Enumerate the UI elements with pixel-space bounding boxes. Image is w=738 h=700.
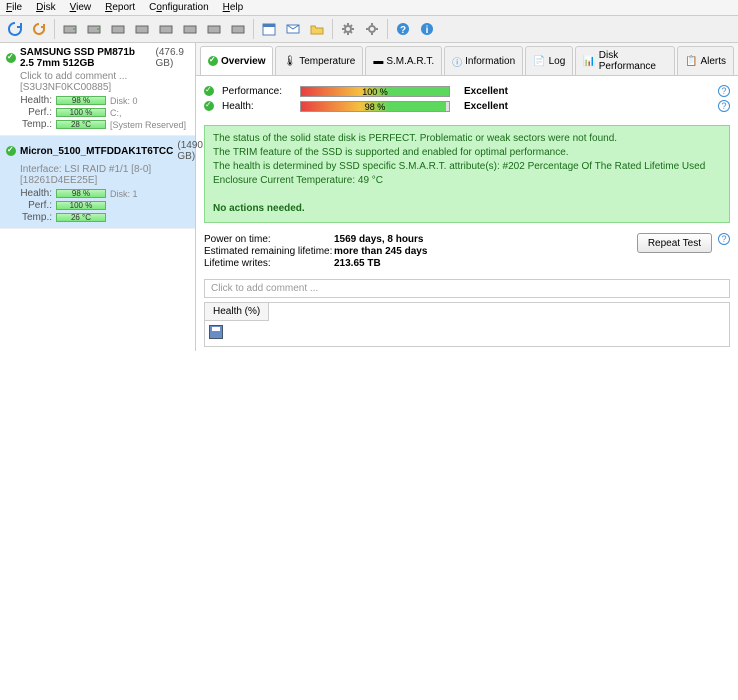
power-on-time: 1569 days, 8 hours	[334, 234, 424, 245]
repeat-test-button[interactable]: Repeat Test	[637, 233, 712, 253]
tab-log[interactable]: 📄Log	[525, 46, 573, 75]
tab-overview[interactable]: Overview	[200, 46, 273, 75]
chart-area: Health (%)	[204, 302, 730, 347]
refresh-all-icon[interactable]	[28, 18, 50, 40]
disk-item-0[interactable]: SAMSUNG SSD PM871b 2.5 7mm 512GB (476.9 …	[0, 43, 195, 136]
lifetime-writes: 213.65 TB	[334, 258, 381, 269]
health-bar: 98 %	[300, 101, 450, 112]
alerts-icon: 📋	[685, 56, 697, 67]
disk-capacity: (476.9 GB)	[156, 47, 189, 69]
check-icon	[6, 53, 16, 63]
disk-sidebar: SAMSUNG SSD PM871b 2.5 7mm 512GB (476.9 …	[0, 43, 196, 351]
tab-alerts[interactable]: 📋Alerts	[677, 46, 734, 75]
perf-bar: 100 %	[56, 201, 106, 210]
temp-bar: 28 °C	[56, 120, 106, 129]
save-icon[interactable]	[209, 325, 223, 339]
tabs: Overview 🌡Temperature ▬S.M.A.R.T. ⓘInfor…	[196, 43, 738, 76]
folder-open-icon[interactable]	[306, 18, 328, 40]
disk-item-1[interactable]: Micron_5100_MTFDDAK1T6TCC (1490.4 GB) In…	[0, 136, 195, 229]
tab-disk-performance[interactable]: 📊Disk Performance	[575, 46, 675, 75]
drive8-icon[interactable]	[227, 18, 249, 40]
log-icon: 📄	[533, 56, 545, 67]
menu-view[interactable]: View	[70, 2, 92, 13]
drive3-icon[interactable]	[107, 18, 129, 40]
drive7-icon[interactable]	[203, 18, 225, 40]
drive1-icon[interactable]	[59, 18, 81, 40]
menu-file[interactable]: File	[6, 2, 22, 13]
check-icon	[208, 56, 218, 66]
tab-information[interactable]: ⓘInformation	[444, 46, 523, 75]
info-block: Power on time:1569 days, 8 hours Estimat…	[196, 227, 738, 276]
menu-disk[interactable]: Disk	[36, 2, 55, 13]
drive6-icon[interactable]	[179, 18, 201, 40]
disk-name: Micron_5100_MTFDDAK1T6TCC	[20, 146, 173, 157]
disk-name: SAMSUNG SSD PM871b 2.5 7mm 512GB	[20, 47, 152, 69]
check-icon	[204, 86, 214, 96]
performance-bar: 100 %	[300, 86, 450, 97]
menu-help[interactable]: Help	[223, 2, 244, 13]
svg-text:?: ?	[400, 25, 406, 36]
perf-status: Excellent	[464, 86, 508, 97]
help-icon[interactable]: ?	[718, 233, 730, 245]
perf-bar: 100 %	[56, 108, 106, 117]
disk-serial: [S3U3NF0KC00885]	[20, 82, 111, 93]
mail-icon[interactable]	[282, 18, 304, 40]
drive5-icon[interactable]	[155, 18, 177, 40]
disk-serial: [18261D4EE25E]	[20, 175, 97, 186]
disk-interface: Interface: LSI RAID #1/1 [8-0]	[20, 164, 151, 175]
drive2-icon[interactable]	[83, 18, 105, 40]
refresh-icon[interactable]	[4, 18, 26, 40]
tab-smart[interactable]: ▬S.M.A.R.T.	[365, 46, 442, 75]
disk-comment[interactable]: Click to add comment ...	[20, 71, 127, 82]
svg-text:i: i	[426, 25, 429, 36]
drive4-icon[interactable]	[131, 18, 153, 40]
help-icon[interactable]: ?	[718, 100, 730, 112]
health-bar: 98 %	[56, 189, 106, 198]
temp-bar: 26 °C	[56, 213, 106, 222]
health-status: Excellent	[464, 101, 508, 112]
menu-report[interactable]: Report	[105, 2, 135, 13]
comment-input[interactable]: Click to add comment ...	[204, 279, 730, 298]
toolbar: ? i	[0, 16, 738, 43]
menu-configuration[interactable]: Configuration	[149, 2, 209, 13]
status-box: The status of the solid state disk is PE…	[204, 125, 730, 223]
content-panel: Overview 🌡Temperature ▬S.M.A.R.T. ⓘInfor…	[196, 43, 738, 351]
tab-temperature[interactable]: 🌡Temperature	[275, 46, 363, 75]
check-icon	[204, 101, 214, 111]
metrics: Performance: 100 % Excellent ? Health: 9…	[196, 76, 738, 121]
remaining-lifetime: more than 245 days	[334, 246, 427, 257]
thermometer-icon: 🌡	[283, 56, 296, 67]
perf-label: Performance:	[222, 86, 292, 97]
calendar-icon[interactable]	[258, 18, 280, 40]
menubar: File Disk View Report Configuration Help	[0, 0, 738, 16]
check-icon	[6, 146, 16, 156]
info-icon: ⓘ	[452, 54, 462, 69]
gear-icon[interactable]	[337, 18, 359, 40]
gear2-icon[interactable]	[361, 18, 383, 40]
status-action: No actions needed.	[213, 202, 721, 216]
info-icon[interactable]: i	[416, 18, 438, 40]
smart-icon: ▬	[373, 56, 383, 67]
help-icon[interactable]: ?	[392, 18, 414, 40]
chart-tab-health[interactable]: Health (%)	[205, 303, 269, 321]
help-icon[interactable]: ?	[718, 85, 730, 97]
chart-icon: 📊	[583, 56, 595, 67]
health-label: Health:	[222, 101, 292, 112]
health-bar: 98 %	[56, 96, 106, 105]
